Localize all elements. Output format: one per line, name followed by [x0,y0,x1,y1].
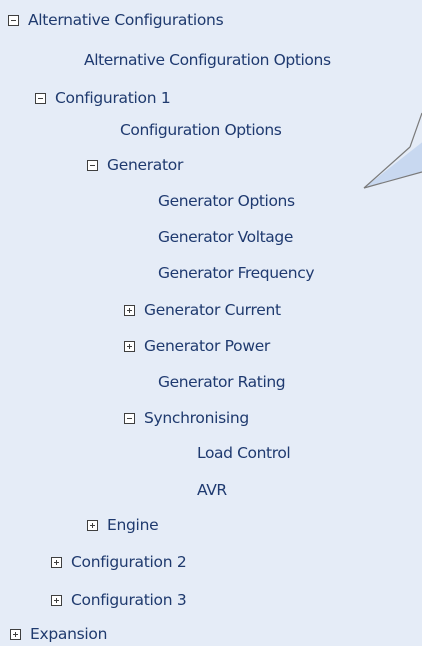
callout-fill [364,113,422,188]
callout-pointer [363,112,422,189]
callout-edge-top [409,112,422,148]
